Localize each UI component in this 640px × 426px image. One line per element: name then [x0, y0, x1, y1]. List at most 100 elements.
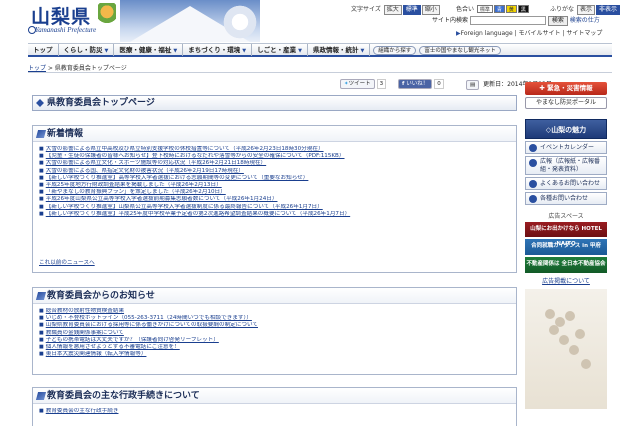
list-item[interactable]: ■ 個人情報を悪用させようとする不審電話にご注意を！: [39, 344, 516, 351]
heading-mark-icon: [35, 292, 47, 300]
furigana-show[interactable]: 表示: [576, 5, 595, 15]
contact-link[interactable]: 各種お問い合わせ: [525, 192, 607, 205]
heading-mark-icon: [35, 130, 47, 138]
mobile-site-link[interactable]: モバイルサイト: [519, 30, 561, 37]
breadcrumb-home[interactable]: トップ: [28, 65, 46, 72]
nav-item-town[interactable]: まちづくり・環境 ▼: [183, 44, 253, 56]
text-size-reduce[interactable]: 縮小: [421, 5, 440, 15]
faq-link[interactable]: よくあるお問い合わせ: [525, 177, 607, 190]
heading-mark-icon: [35, 392, 47, 400]
list-item[interactable]: ■ いじめ・不登校ホットライン（055-263-3711（24時間いつでも相談でき…: [39, 315, 516, 322]
list-item[interactable]: ■ 東日本大震災関連情報（転入学情報等）: [39, 351, 516, 358]
text-size-enlarge[interactable]: 拡大: [383, 5, 402, 15]
news-section: 新着情報 ■ 大雪の影響による県立中高校及び県立特別支援学校の休校措置等について（…: [32, 125, 517, 273]
notices-list: ■ 総合教材の放射性物質検査結果 ■ いじめ・不登校ホットライン（055-263-3…: [33, 304, 516, 358]
header-banner-image: [120, 0, 260, 42]
color-blue[interactable]: 青: [493, 5, 505, 13]
main-content: 県教育委員会トップページ 新着情報 ■ 大雪の影響による県立中高校及び県立特別支援…: [32, 95, 517, 426]
ad-info-link[interactable]: 広告掲載について: [525, 276, 607, 285]
like-count: 0: [434, 79, 444, 89]
tweet-button[interactable]: ✦ツイート: [340, 79, 375, 89]
list-item[interactable]: ■ 【児童・生徒の保護者の皆様へお知らせ】登下校時におけるなだれや落雪等からの安全…: [39, 153, 516, 160]
question-icon: [529, 180, 537, 188]
news-list: ■ 大雪の影響による県立中高校及び県立特別支援学校の休校措置等について（平成26年…: [33, 142, 516, 218]
list-item[interactable]: ■ 大雪の影響による県立中高校及び県立特別支援学校の休校措置等について（平成26年…: [39, 146, 516, 153]
hotel-ad-banner[interactable]: 山梨にお出かけなら HOTEL NAITO: [525, 222, 607, 247]
list-item[interactable]: ■ 平成25年度地方行財政調査結果を掲載しました（平成26年2月13日）: [39, 182, 516, 189]
furigana-hide[interactable]: 非表示: [595, 5, 620, 15]
nav-item-govt[interactable]: 県政情報・統計 ▼: [308, 44, 371, 56]
color-yellow[interactable]: 黄: [505, 5, 517, 13]
procedures-list: ■ 教育委員会の主な行政手続き: [33, 404, 516, 415]
title-mark-icon: [36, 99, 44, 107]
list-item[interactable]: ■ 大雪の影響による県立文化・スポーツ施設等の対応状況（平成26年2月21日18時…: [39, 160, 516, 167]
real-estate-ad-banner[interactable]: 不動産関係は 全日本不動産協会: [525, 257, 607, 273]
text-size-standard[interactable]: 標準: [402, 5, 421, 15]
list-item[interactable]: ■ 平成26年度山梨県公立高等学校入学者選抜前期募集志願者数について（平成26年1…: [39, 196, 516, 203]
site-logo[interactable]: 山梨県: [31, 2, 91, 29]
text-size-tool: 文字サイズ 拡大 標準 縮小: [351, 4, 440, 15]
nav-item-work[interactable]: しごと・産業 ▼: [252, 44, 308, 56]
page: 山梨県 Yamanashi Prefecture 文字サイズ 拡大 標準 縮小 色合…: [28, 0, 620, 426]
site-logo-english: Yamanashi Prefecture: [35, 26, 97, 34]
text-size-label: 文字サイズ: [351, 6, 381, 13]
global-nav: トップ くらし・防災 ▼ 医療・健康・福祉 ▼ まちづくり・環境 ▼ しごと・産業 ▼ 県政情報・…: [28, 43, 612, 57]
color-standard[interactable]: 標準: [476, 5, 493, 13]
calendar-icon: [529, 144, 537, 152]
news-heading: 新着情報: [33, 126, 516, 142]
list-item[interactable]: ■ 【新しい学校づくり推進室】山梨県公立高等学校入学者選抜制度に係る最終報告につい…: [39, 204, 516, 211]
tourism-link-button[interactable]: 富士の国やまなし観光ネット: [419, 46, 501, 55]
color-tool: 色合い 標準青黄黒: [456, 4, 529, 13]
alert-icon: ✚: [539, 84, 548, 92]
list-item[interactable]: ■ 教職員の金銭関係事案について: [39, 330, 516, 337]
list-item[interactable]: ■ 子どもの携帯電話は大丈夫ですか？（保護者向け啓発リーフレット）: [39, 337, 516, 344]
utility-links: ▶Foreign language | モバイルサイト | サイトマップ: [456, 30, 603, 37]
search-button[interactable]: 検索: [547, 15, 568, 26]
public-relations-link[interactable]: 広報（広報紙・広報番組・発表資料）: [525, 156, 607, 175]
bousai-portal-button[interactable]: やまなし防災ポータル: [525, 97, 607, 109]
list-item[interactable]: ■ 大雪の影響による国、県指定文化財の被害状況（平成26年2月19日17時現在）: [39, 168, 516, 175]
sitemap-link[interactable]: サイトマップ: [566, 30, 602, 37]
nav-item-health[interactable]: 医療・健康・福祉 ▼: [114, 44, 184, 56]
facebook-like-button[interactable]: f いいね！: [398, 79, 433, 89]
nav-item-life[interactable]: くらし・防災 ▼: [59, 44, 115, 56]
divider: [28, 72, 612, 73]
search-input[interactable]: [469, 16, 546, 25]
mascot-icon: [98, 3, 116, 25]
site-search: サイト内検索 検索 検索の仕方: [432, 15, 600, 26]
search-method-link[interactable]: 検索の仕方: [570, 17, 600, 24]
yamanashi-charm-banner[interactable]: ◇山梨の魅力: [525, 119, 607, 139]
header: 山梨県 Yamanashi Prefecture 文字サイズ 拡大 標準 縮小 色合…: [28, 0, 620, 43]
list-item[interactable]: ■ 総合教材の放射性物質検査結果: [39, 308, 516, 315]
furigana-label: ふりがな: [550, 6, 575, 13]
nav-item-top[interactable]: トップ: [28, 44, 59, 56]
page-title: 県教育委員会トップページ: [32, 95, 517, 111]
procedures-section: 教育委員会の主な行政手続きについて ■ 教育委員会の主な行政手続き: [32, 387, 517, 426]
list-item[interactable]: ■ 【新しい学校づくり推進室】高等学校入学者選抜における志願期間等の変更について（…: [39, 175, 516, 182]
document-icon: [529, 159, 537, 167]
foreign-language-link[interactable]: Foreign language: [461, 30, 513, 37]
list-item[interactable]: ■ 山梨県教育委員会における採用等に係る働きかけについての取扱要綱の制定について: [39, 322, 516, 329]
list-item[interactable]: ■ 【新しい学校づくり推進室】平成25年度中学校卒業予定者の第2次進路希望調査結果…: [39, 211, 516, 218]
emergency-info-button[interactable]: ✚ 緊急・災害情報: [525, 82, 607, 95]
notices-section: 教育委員会からのお知らせ ■ 総合教材の放射性物質検査結果 ■ いじめ・不登校ホット…: [32, 287, 517, 375]
print-icon[interactable]: ▤: [466, 80, 480, 90]
color-label: 色合い: [456, 6, 475, 13]
color-black[interactable]: 黒: [517, 5, 529, 13]
social-buttons: ✦ツイート 3 f いいね！ 0: [340, 79, 454, 89]
procedures-heading: 教育委員会の主な行政手続きについて: [33, 388, 516, 404]
event-calendar-link[interactable]: イベントカレンダー: [525, 141, 607, 154]
furigana-tool: ふりがな 表示 非表示: [550, 4, 620, 15]
list-item[interactable]: ■ 「新やまなしの教育振興プラン」を策定しました（平成26年2月10日）: [39, 189, 516, 196]
tweet-count: 3: [376, 79, 387, 89]
ad-space-label: 広告スペース: [548, 213, 584, 220]
background-decoration: [525, 289, 607, 409]
search-label: サイト内検索: [432, 17, 469, 24]
breadcrumb-current: 県教育委員会トップページ: [54, 65, 127, 72]
dropdown-icon: ▼: [104, 48, 109, 54]
find-by-organization-button[interactable]: 組織から探す: [373, 46, 417, 55]
list-item[interactable]: ■ 教育委員会の主な行政手続き: [39, 408, 516, 415]
job-guidance-ad-banner[interactable]: 合同就職ガイダンス in 甲府: [525, 239, 607, 255]
older-news-link[interactable]: これ以前のニュースへ: [33, 258, 95, 266]
breadcrumb: トップ > 県教育委員会トップページ: [28, 65, 127, 72]
